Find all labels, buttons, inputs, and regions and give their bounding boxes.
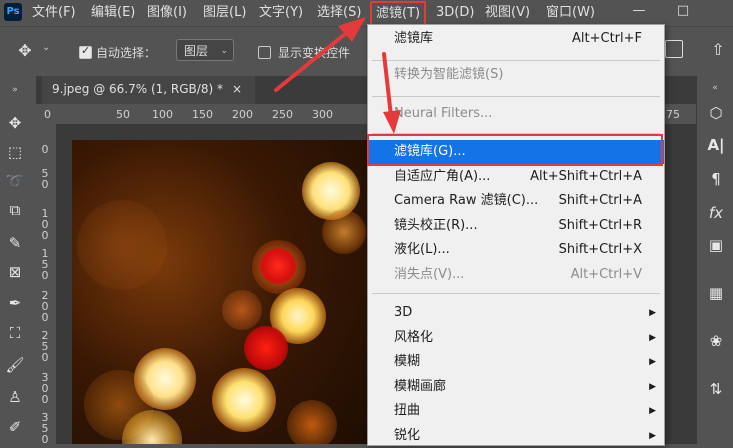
menu-window[interactable]: 窗口(W) bbox=[546, 0, 595, 26]
brush-icon[interactable]: 🖌 bbox=[4, 354, 26, 376]
menu-separator bbox=[372, 293, 660, 294]
menu-item-lens-correction[interactable]: 镜头校正(R)... Shift+Ctrl+R bbox=[368, 214, 664, 238]
ruler-label: 0 bbox=[41, 143, 49, 156]
layer-comps-icon[interactable]: ⇅ bbox=[705, 378, 727, 400]
menu-separator bbox=[372, 60, 660, 61]
lasso-icon[interactable]: ➰ bbox=[4, 170, 26, 192]
ruler-label: 0 bbox=[41, 351, 49, 364]
right-panel-dock: « ⬡ A| ¶ fx ▣ ▦ ❀ ⇅ bbox=[696, 76, 733, 444]
ruler-label: 150 bbox=[192, 108, 213, 121]
ruler-label: 0 bbox=[41, 433, 49, 444]
menu-item-stylize[interactable]: 风格化 ▶ bbox=[368, 326, 664, 350]
expand-panels-button[interactable]: « bbox=[701, 76, 729, 100]
marquee-icon[interactable]: ⬚ bbox=[4, 141, 26, 163]
submenu-arrow-icon: ▶ bbox=[649, 382, 656, 392]
menu-item-adaptive-wide-angle[interactable]: 自适应广角(A)... Alt+Shift+Ctrl+A bbox=[368, 165, 664, 189]
tool-preset-chevron-icon[interactable]: ⌄ bbox=[42, 42, 50, 53]
submenu-arrow-icon: ▶ bbox=[649, 333, 656, 343]
ruler-label: 75 bbox=[666, 108, 680, 121]
document-tab[interactable]: 9.jpeg @ 66.7% (1, RGB/8) * × bbox=[42, 76, 255, 104]
menu-layer[interactable]: 图层(L) bbox=[203, 0, 246, 26]
ruler-label: 100 bbox=[152, 108, 173, 121]
fx-icon[interactable]: fx bbox=[705, 202, 727, 224]
menu-file[interactable]: 文件(F) bbox=[32, 0, 76, 26]
menu-item-camera-raw-filter[interactable]: Camera Raw 滤镜(C)... Shift+Ctrl+A bbox=[368, 189, 664, 213]
menu-item-3d[interactable]: 3D ▶ bbox=[368, 301, 664, 325]
filter-menu-dropdown: 滤镜库 Alt+Ctrl+F 转换为智能滤镜(S) Neural Filters… bbox=[367, 24, 665, 446]
3d-cube-icon[interactable]: ⬡ bbox=[705, 102, 727, 124]
menu-image[interactable]: 图像(I) bbox=[147, 0, 187, 26]
ruler-label: 300 bbox=[312, 108, 333, 121]
auto-select-target-dropdown[interactable]: 图层 ⌄ bbox=[176, 39, 234, 61]
chevron-down-icon: ⌄ bbox=[220, 46, 228, 56]
menu-item-convert-smart-filter: 转换为智能滤镜(S) bbox=[394, 67, 504, 82]
submenu-arrow-icon: ▶ bbox=[649, 308, 656, 318]
ruler-label: 250 bbox=[272, 108, 293, 121]
ruler-label: 0 bbox=[44, 108, 51, 121]
photoshop-logo[interactable]: Ps bbox=[4, 3, 22, 21]
close-tab-icon[interactable]: × bbox=[232, 76, 242, 102]
ruler-label: 200 bbox=[232, 108, 253, 121]
ruler-label: 0 bbox=[41, 178, 49, 191]
crop-icon[interactable]: ⛶ bbox=[4, 322, 26, 344]
adjustments-icon[interactable]: ▣ bbox=[705, 234, 727, 256]
menu-select[interactable]: 选择(S) bbox=[317, 0, 361, 26]
menu-item-blur-gallery[interactable]: 模糊画廊 ▶ bbox=[368, 375, 664, 399]
menu-item-distort[interactable]: 扭曲 ▶ bbox=[368, 399, 664, 423]
menu-item-blur[interactable]: 模糊 ▶ bbox=[368, 350, 664, 374]
vertical-ruler: 0 5 0 1 0 0 1 5 0 2 0 0 2 5 0 3 0 0 3 5 … bbox=[36, 124, 57, 444]
eyedropper-icon[interactable]: ✎ bbox=[4, 232, 26, 254]
ruler-label: 0 bbox=[41, 269, 49, 282]
document-tab-title: 9.jpeg @ 66.7% (1, RGB/8) * bbox=[52, 82, 223, 96]
move-tool-icon[interactable]: ✥ bbox=[14, 40, 36, 62]
maximize-button[interactable]: □ bbox=[666, 0, 700, 22]
menu-edit[interactable]: 编辑(E) bbox=[91, 0, 135, 26]
auto-select-label: 自动选择： bbox=[96, 46, 157, 60]
move-icon[interactable]: ✥ bbox=[4, 112, 26, 134]
eyedropper2-icon[interactable]: ✒ bbox=[4, 292, 26, 314]
history-brush-icon[interactable]: ✐ bbox=[4, 416, 26, 438]
frame-icon[interactable] bbox=[665, 40, 683, 58]
auto-select-checkbox[interactable] bbox=[79, 44, 92, 59]
frame-icon[interactable]: ⊠ bbox=[4, 261, 26, 283]
menu-item-neural-filters: Neural Filters... bbox=[394, 106, 493, 121]
share-icon[interactable]: ⇧ bbox=[707, 39, 729, 61]
object-select-icon[interactable]: ⧉ bbox=[4, 199, 26, 221]
paragraph-icon[interactable]: ¶ bbox=[705, 168, 727, 190]
menu-separator bbox=[372, 96, 660, 97]
collapse-toolbar-button[interactable]: » bbox=[0, 76, 30, 104]
menu-item-sharpen[interactable]: 锐化 ▶ bbox=[368, 424, 664, 448]
ruler-label: 0 bbox=[41, 229, 49, 242]
annotation-highlight-box bbox=[367, 134, 663, 166]
stamp-icon[interactable]: ♙ bbox=[4, 386, 26, 408]
document-image[interactable] bbox=[72, 140, 372, 444]
show-transform-checkbox[interactable] bbox=[258, 46, 271, 59]
show-transform-label: 显示变换控件 bbox=[278, 46, 351, 60]
character-icon[interactable]: A| bbox=[705, 134, 727, 156]
menu-item-filter-gallery-last[interactable]: 滤镜库 Alt+Ctrl+F bbox=[368, 27, 664, 51]
menu-item-vanishing-point: 消失点(V)... Alt+Ctrl+V bbox=[394, 267, 642, 282]
menu-item-liquify[interactable]: 液化(L)... Shift+Ctrl+X bbox=[368, 238, 664, 262]
tools-panel: ✥ ⬚ ➰ ⧉ ✎ ⊠ ✒ ⛶ 🖌 ♙ ✐ bbox=[0, 104, 30, 444]
menu-view[interactable]: 视图(V) bbox=[485, 0, 530, 26]
table-icon[interactable]: ▦ bbox=[705, 282, 727, 304]
menu-type[interactable]: 文字(Y) bbox=[259, 0, 303, 26]
submenu-arrow-icon: ▶ bbox=[649, 431, 656, 441]
menu-3d[interactable]: 3D(D) bbox=[436, 0, 474, 26]
auto-select-target-value: 图层 bbox=[184, 44, 209, 58]
ruler-label: 50 bbox=[116, 108, 130, 121]
menubar: Ps 文件(F) 编辑(E) 图像(I) 图层(L) 文字(Y) 选择(S) 滤… bbox=[0, 0, 733, 27]
ruler-label: 0 bbox=[41, 311, 49, 324]
paint-palette-icon[interactable]: ❀ bbox=[705, 330, 727, 352]
submenu-arrow-icon: ▶ bbox=[649, 406, 656, 416]
ruler-label: 0 bbox=[41, 393, 49, 406]
minimize-button[interactable]: — bbox=[622, 0, 656, 22]
submenu-arrow-icon: ▶ bbox=[649, 357, 656, 367]
